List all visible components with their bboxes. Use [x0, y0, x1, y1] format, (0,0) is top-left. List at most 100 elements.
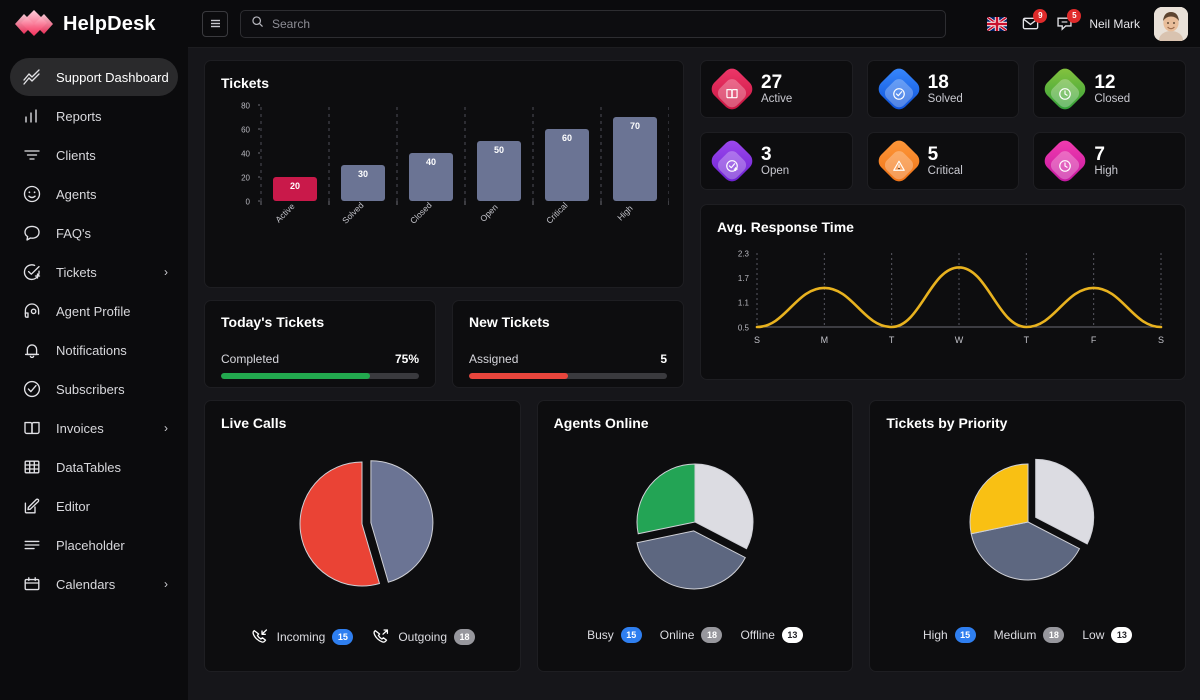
stat-card-critical[interactable]: 5 Critical	[866, 132, 1020, 190]
tickets-priority-title: Tickets by Priority	[886, 415, 1008, 431]
sidebar-item-label: Agent Profile	[56, 303, 131, 319]
agents-online-pie[interactable]	[554, 435, 837, 613]
legend-item-medium[interactable]: Medium 18	[994, 627, 1065, 643]
svg-text:0.5: 0.5	[738, 323, 750, 332]
svg-text:80: 80	[241, 102, 250, 111]
uk-flag-icon[interactable]	[987, 16, 1008, 31]
bar-high[interactable]: 70 High	[613, 117, 657, 223]
stat-value: 12	[1094, 71, 1116, 93]
brand[interactable]: HelpDesk	[0, 0, 188, 48]
todays-tickets-card: Today's Tickets Completed 75%	[204, 300, 436, 388]
stat-label: Closed	[1094, 93, 1131, 106]
bar-active[interactable]: 20 Active	[273, 177, 317, 225]
bar-open[interactable]: 50 Open	[477, 141, 521, 224]
sidebar-item-agent-profile[interactable]: Agent Profile	[10, 292, 178, 330]
stat-card-active[interactable]: 27 Active	[700, 60, 853, 118]
sidebar-item-editor[interactable]: Editor	[10, 487, 178, 525]
tickets-priority-pie[interactable]	[886, 435, 1169, 613]
mail-badge: 9	[1033, 8, 1048, 23]
search-input[interactable]	[272, 16, 935, 31]
sidebar-item-faq-s[interactable]: FAQ's	[10, 214, 178, 252]
sidebar-item-support-dashboard[interactable]: Support Dashboard	[10, 58, 178, 96]
avatar[interactable]	[1154, 6, 1188, 41]
sidebar-item-datatables[interactable]: DataTables	[10, 448, 178, 486]
legend-label: Incoming	[276, 630, 326, 644]
activity-chart-icon	[22, 67, 42, 87]
legend-item-busy[interactable]: Busy 15	[587, 627, 642, 643]
legend-item-outgoing[interactable]: Outgoing 18	[371, 627, 476, 647]
pie-slice-incoming[interactable]	[370, 460, 434, 583]
todays-tickets-title: Today's Tickets	[221, 314, 325, 330]
svg-text:S: S	[754, 335, 760, 345]
svg-text:Solved: Solved	[340, 200, 366, 226]
sidebar-item-label: Notifications	[56, 342, 127, 358]
legend-label: Medium	[993, 628, 1037, 642]
sidebar-item-tickets[interactable]: Tickets ›	[10, 253, 178, 291]
response-time-card: Avg. Response Time 0.5 1.1 1.7 2.3 S M T W T F S	[700, 204, 1186, 380]
check-circle-icon	[22, 379, 42, 399]
svg-text:T: T	[1024, 335, 1030, 345]
search-box[interactable]	[240, 9, 946, 38]
legend-item-low[interactable]: Low 13	[1082, 627, 1133, 643]
chevron-right-icon[interactable]: ›	[164, 422, 168, 434]
stat-card-closed[interactable]: 12 Closed	[1033, 60, 1186, 118]
svg-text:W: W	[955, 335, 964, 345]
bar-solved[interactable]: 30 Solved	[340, 165, 385, 226]
sidebar-item-label: FAQ's	[56, 225, 91, 241]
svg-text:M: M	[821, 335, 829, 345]
chat-bubble-icon	[22, 223, 42, 243]
pie-slice-offline[interactable]	[636, 463, 696, 535]
legend-label: Low	[1082, 628, 1105, 642]
sidebar-item-label: Tickets	[56, 264, 97, 280]
sidebar-item-subscribers[interactable]: Subscribers	[10, 370, 178, 408]
hamburger-icon[interactable]	[202, 10, 228, 37]
smiley-icon	[22, 184, 42, 204]
topbar: 9 5 Neil Mark	[188, 0, 1200, 48]
svg-text:Open: Open	[478, 202, 500, 224]
check-circle-icon	[874, 64, 923, 114]
sidebar-item-label: DataTables	[56, 459, 122, 475]
tickets-priority-legend: High 15 Medium 18 Low 13	[886, 627, 1169, 643]
legend-item-offline[interactable]: Offline 13	[740, 627, 803, 643]
sidebar-item-label: Support Dashboard	[56, 69, 169, 85]
bar-closed[interactable]: 40 Closed	[408, 153, 453, 226]
dashboard-row-2: Live Calls Incoming 15 Outgoing 18 Agents O…	[204, 400, 1187, 672]
legend-item-incoming[interactable]: Incoming 15	[250, 627, 354, 647]
chat-icon[interactable]: 5	[1055, 8, 1082, 34]
svg-text:Active: Active	[273, 201, 297, 225]
sidebar-item-label: Calendars	[56, 576, 116, 592]
book-icon	[22, 418, 42, 438]
pie-slice-low[interactable]	[969, 463, 1029, 535]
stat-card-open[interactable]: 3 Open	[700, 132, 853, 190]
sidebar-item-agents[interactable]: Agents	[10, 175, 178, 213]
live-calls-card: Live Calls Incoming 15 Outgoing 18	[204, 400, 521, 672]
sidebar-item-invoices[interactable]: Invoices ›	[10, 409, 178, 447]
stat-card-high[interactable]: 7 High	[1033, 132, 1186, 190]
new-tickets-line: Assigned 5	[469, 352, 667, 366]
diamond-cluster-logo	[14, 8, 54, 40]
sidebar-item-calendars[interactable]: Calendars ›	[10, 565, 178, 603]
bar-critical[interactable]: 60 Critical	[544, 129, 589, 226]
svg-text:High: High	[615, 203, 635, 223]
call-outgoing-icon	[371, 627, 391, 647]
sidebar-item-placeholder[interactable]: Placeholder	[10, 526, 178, 564]
pie-slice-outgoing[interactable]	[299, 461, 381, 587]
sidebar-item-notifications[interactable]: Notifications	[10, 331, 178, 369]
stat-card-solved[interactable]: 18 Solved	[866, 60, 1020, 118]
live-calls-pie[interactable]	[221, 435, 504, 613]
legend-label: Online	[659, 628, 695, 642]
user-name[interactable]: Neil Mark	[1089, 17, 1140, 31]
legend-item-high[interactable]: High 15	[923, 627, 976, 643]
sidebar-item-clients[interactable]: Clients	[10, 136, 178, 174]
sidebar-item-reports[interactable]: Reports	[10, 97, 178, 135]
stat-cards: 27 Active 18 Solved 12 Closed 3 Open 5 Critical 7 H…	[700, 60, 1186, 190]
legend-label: High	[922, 628, 948, 642]
sidebar-item-label: Placeholder	[56, 537, 125, 553]
chevron-right-icon[interactable]: ›	[164, 578, 168, 590]
tickets-bar-chart[interactable]: 0 20 40 60 80 20 Active 30 Solved 40 Closed 50 Open 6…	[221, 97, 670, 269]
chevron-right-icon[interactable]: ›	[164, 266, 168, 278]
legend-value: 18	[454, 629, 476, 645]
legend-item-online[interactable]: Online 18	[660, 627, 723, 643]
response-time-chart[interactable]: 0.5 1.1 1.7 2.3 S M T W T F S	[717, 241, 1169, 376]
mail-icon[interactable]: 9	[1021, 8, 1048, 34]
